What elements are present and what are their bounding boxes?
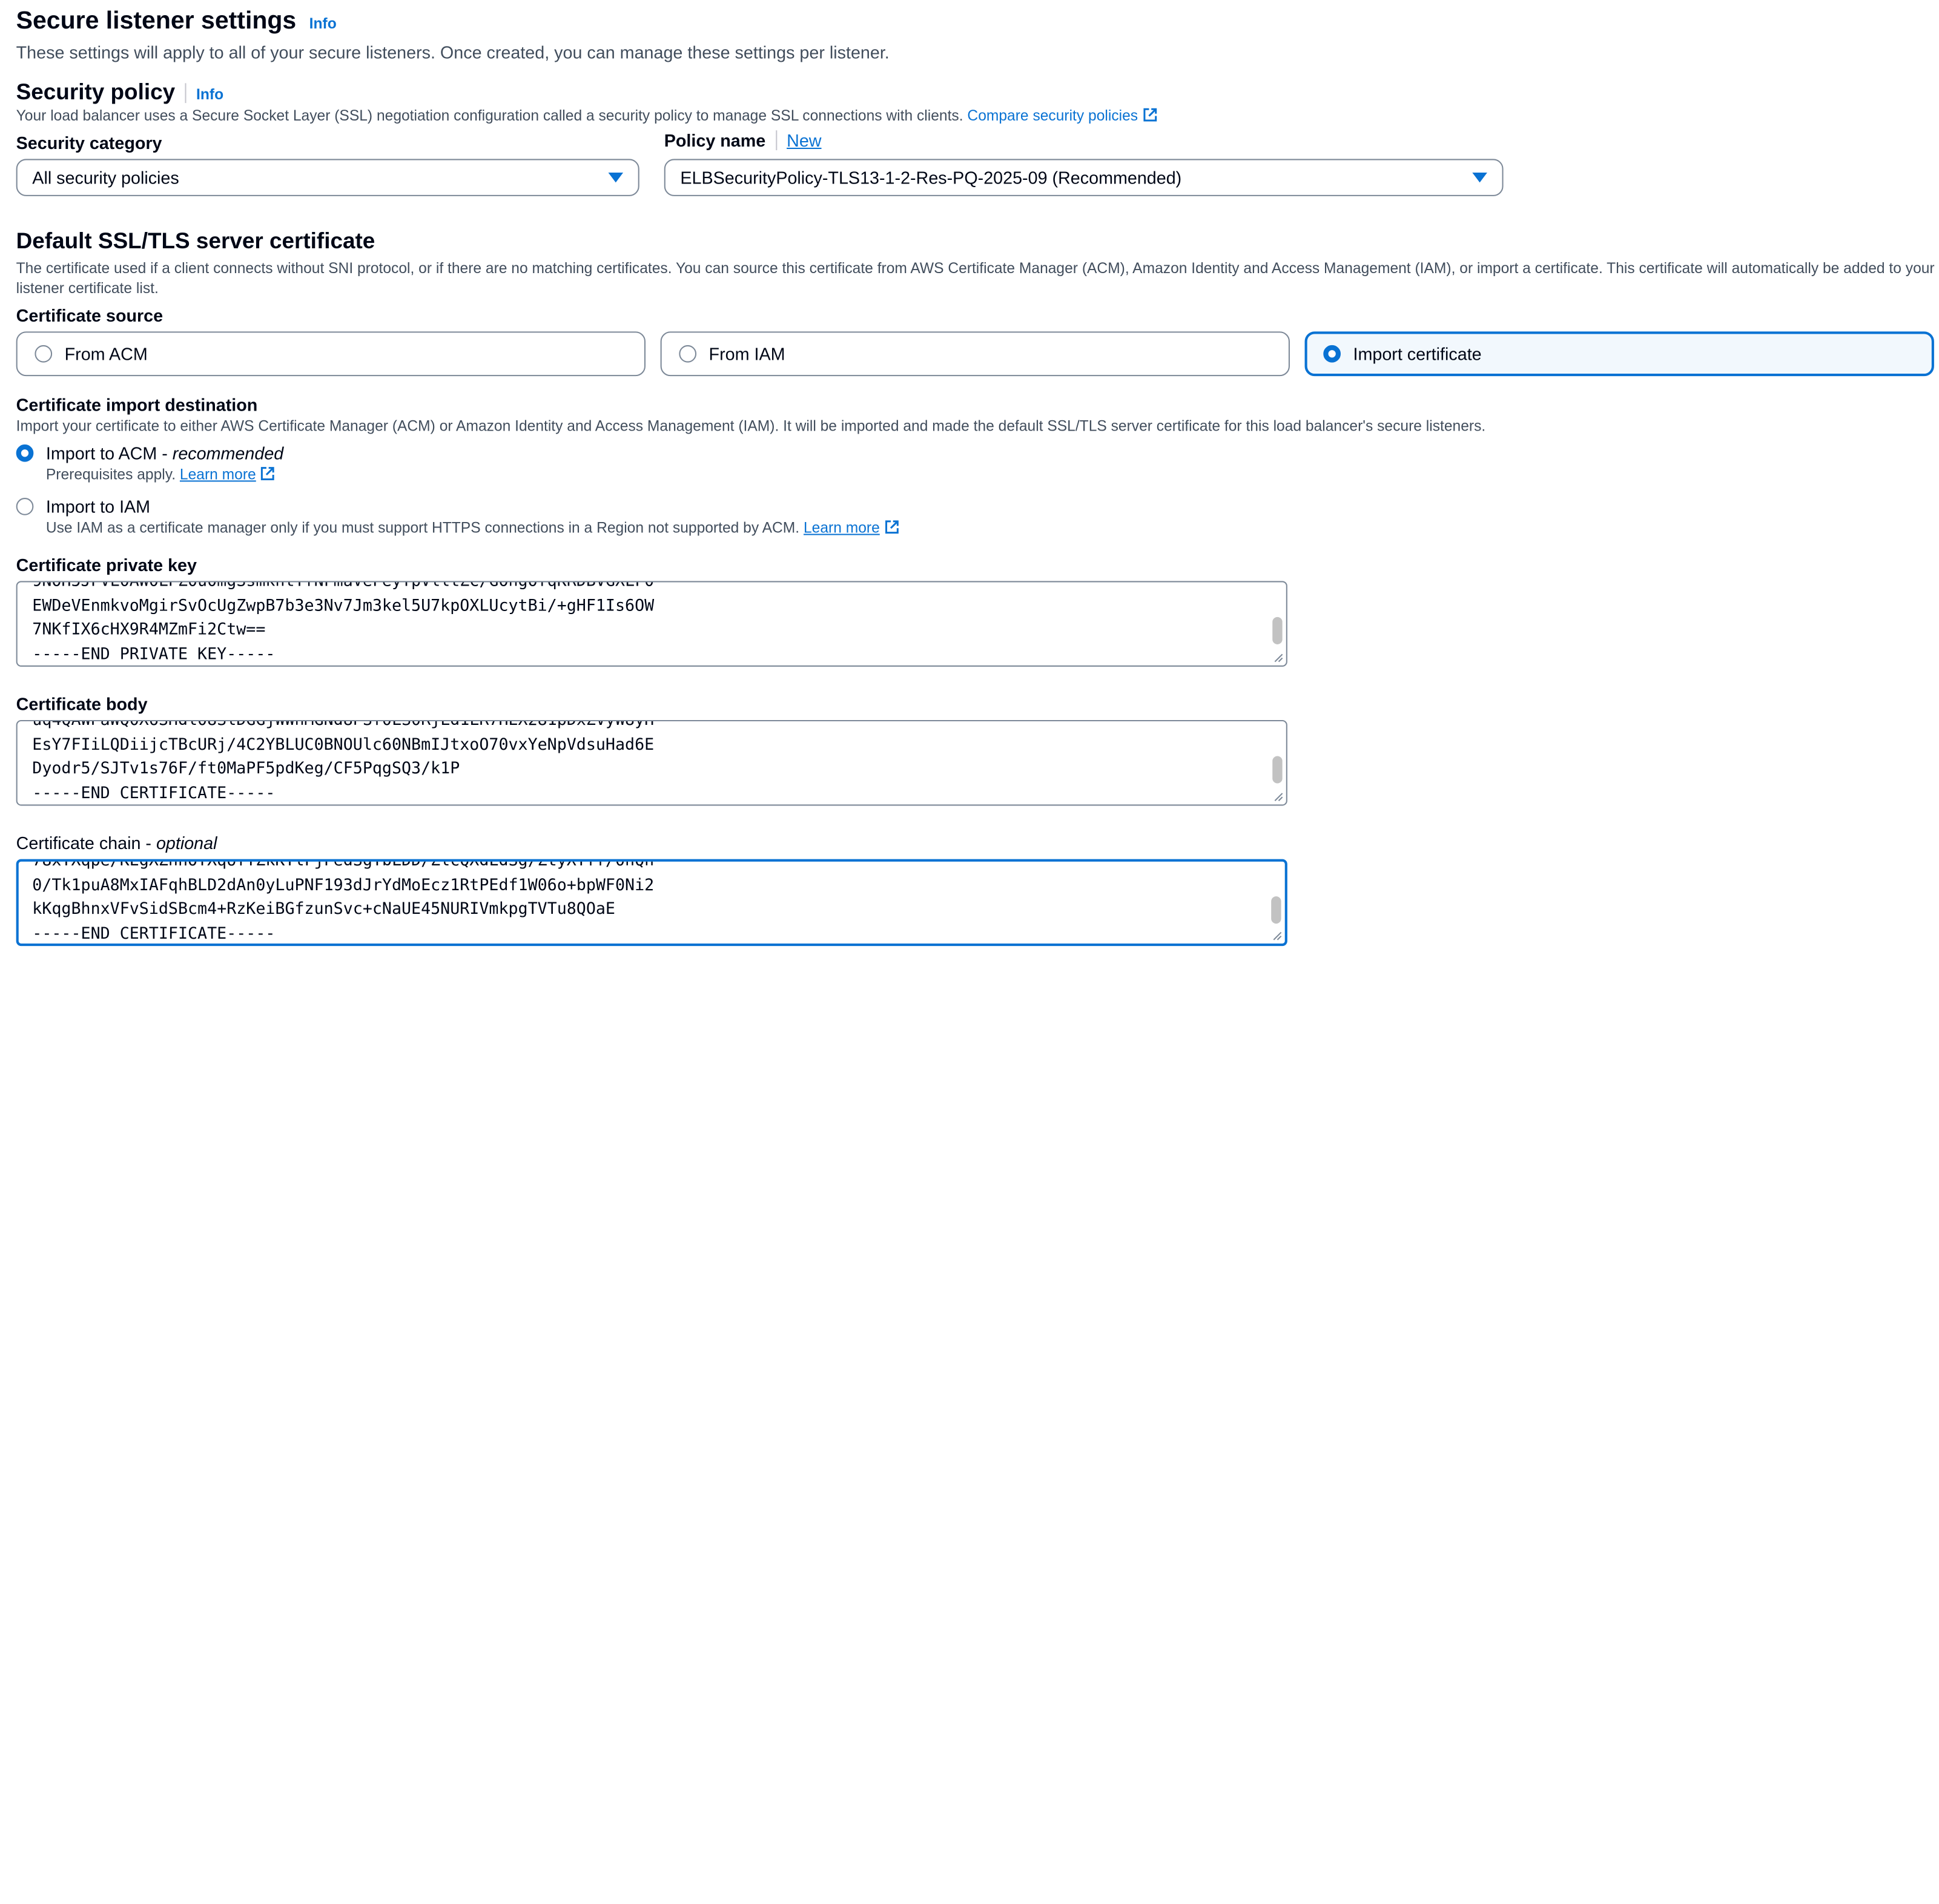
- iam-learn-more-link[interactable]: Learn more: [804, 519, 880, 537]
- certificate-chain-line: kKqgBhnxVFvSidSBcm4+RzKeiBGfzunSvc+cNaUE…: [32, 900, 615, 919]
- private-key-label: Certificate private key: [16, 555, 197, 575]
- policy-new-link[interactable]: New: [787, 130, 821, 150]
- external-link-icon: [885, 520, 899, 534]
- certificate-title: Default SSL/TLS server certificate: [16, 228, 375, 254]
- certificate-chain-label: Certificate chain - optional: [16, 833, 217, 853]
- external-link-icon: [1143, 108, 1157, 122]
- iam-learn-more-text: Learn more: [803, 518, 880, 537]
- import-destination-label: Certificate import destination: [16, 394, 258, 415]
- certificate-chain-line: 78xTXqpe/KEgXZhnOTXqofTZkKTlFjFedSgTbLDD…: [32, 859, 655, 871]
- security-policy-title: Security policy: [16, 79, 176, 105]
- radio-import-to-iam[interactable]: [16, 498, 34, 515]
- private-key-textarea[interactable]: 9NOH5JFVL0AW0LPZ0u0mgSsmkhtTfNFmaVeFeyTp…: [16, 581, 1287, 667]
- private-key-line: 7NKfIX6cHX9R4MZmFi2Ctw==: [32, 621, 266, 640]
- external-link-icon: [261, 467, 275, 480]
- policy-name-label: Policy name: [664, 130, 766, 151]
- security-policy-header: Security policy Info: [16, 79, 223, 105]
- import-to-iam-label: Import to IAM: [45, 497, 151, 517]
- certificate-chain-lines: 78xTXqpe/KEgXZhnOTXqofTZkKTlFjFedSgTbLDD…: [32, 859, 1271, 944]
- import-to-iam-option[interactable]: Import to IAM: [16, 497, 150, 517]
- security-category-select[interactable]: All security policies: [16, 159, 639, 196]
- import-to-iam-help: Use IAM as a certificate manager only if…: [46, 519, 899, 537]
- caret-down-icon: [608, 172, 624, 183]
- divider: [185, 83, 187, 104]
- certificate-chain-line: 0/Tk1puA8MxIAFqhBLD2dAn0yLuPNF193dJrYdMo…: [32, 876, 655, 895]
- scrollbar-thumb[interactable]: [1271, 896, 1281, 924]
- header-info-link[interactable]: Info: [309, 15, 337, 33]
- certificate-description: The certificate used if a client connect…: [16, 259, 1935, 297]
- resize-grip-icon[interactable]: [1271, 930, 1282, 940]
- recommended-text: recommended: [172, 443, 284, 463]
- certificate-chain-label-text: Certificate chain -: [16, 833, 156, 853]
- scrollbar-thumb[interactable]: [1272, 756, 1283, 784]
- security-policy-info-link[interactable]: Info: [196, 85, 223, 103]
- private-key-line: 9NOH5JFVL0AW0LPZ0u0mgSsmkhtTfNFmaVeFeyTp…: [32, 581, 655, 591]
- divider: [775, 130, 777, 151]
- page-title: Secure listener settings: [16, 7, 297, 35]
- compare-link-text: Compare security policies: [967, 107, 1138, 124]
- section-header: Secure listener settings Info: [16, 7, 337, 36]
- certificate-body-line: Dyodr5/SJTv1s76F/ft0MaPF5pdKeg/CF5PqgSQ3…: [32, 759, 460, 779]
- policy-name-value: ELBSecurityPolicy-TLS13-1-2-Res-PQ-2025-…: [680, 167, 1182, 188]
- import-to-acm-text: Import to ACM -: [45, 443, 173, 463]
- certificate-chain-textarea[interactable]: 78xTXqpe/KEgXZhnOTXqofTZkKTlFjFedSgTbLDD…: [16, 859, 1287, 947]
- policy-name-label-row: Policy name New: [664, 130, 822, 153]
- source-tile-import-certificate[interactable]: Import certificate: [1304, 331, 1934, 377]
- certificate-source-label: Certificate source: [16, 305, 164, 326]
- certificate-body-line: EsY7FIiLQDiijcTBcURj/4C2YBLUC0BNOUlc60NB…: [32, 735, 655, 755]
- certificate-body-line: -----END CERTIFICATE-----: [32, 784, 276, 803]
- resize-grip-icon[interactable]: [1272, 652, 1283, 663]
- acm-learn-more-link[interactable]: Learn more: [180, 466, 256, 483]
- source-label-import-certificate: Import certificate: [1353, 343, 1482, 364]
- certificate-chain-line: -----END CERTIFICATE-----: [32, 924, 276, 943]
- radio-import-to-acm[interactable]: [16, 444, 34, 462]
- radio-from-acm[interactable]: [35, 345, 53, 363]
- caret-down-icon: [1472, 172, 1487, 183]
- import-to-acm-option[interactable]: Import to ACM - recommended: [16, 443, 284, 463]
- iam-help-text: Use IAM as a certificate manager only if…: [45, 518, 800, 537]
- security-policy-description: Your load balancer uses a Secure Socket …: [16, 107, 1157, 124]
- certificate-body-textarea[interactable]: uq4QAWPaWQ0X6SHdl08SlDGGjWWhMGNd8PSf0LS0…: [16, 720, 1287, 806]
- source-tile-from-iam[interactable]: From IAM: [660, 331, 1290, 377]
- page: Secure listener settings Info These sett…: [0, 0, 1939, 1904]
- source-tile-from-acm[interactable]: From ACM: [16, 331, 646, 377]
- import-destination-description: Import your certificate to either AWS Ce…: [16, 417, 1486, 435]
- radio-import-certificate[interactable]: [1323, 345, 1341, 363]
- acm-help-text: Prerequisites apply.: [45, 465, 176, 483]
- header-description: These settings will apply to all of your…: [16, 42, 890, 62]
- optional-text: optional: [156, 833, 217, 853]
- certificate-body-lines: uq4QAWPaWQ0X6SHdl08SlDGGjWWhMGNd8PSf0LS0…: [32, 720, 1271, 804]
- security-category-label: Security category: [16, 133, 162, 153]
- security-category-value: All security policies: [32, 167, 179, 188]
- policy-name-select[interactable]: ELBSecurityPolicy-TLS13-1-2-Res-PQ-2025-…: [664, 159, 1504, 196]
- radio-from-iam[interactable]: [679, 345, 697, 363]
- import-to-acm-help: Prerequisites apply. Learn more: [46, 466, 275, 483]
- certificate-body-label: Certificate body: [16, 693, 148, 714]
- security-policy-description-text: Your load balancer uses a Secure Socket …: [16, 107, 963, 124]
- private-key-lines: 9NOH5JFVL0AW0LPZ0u0mgSsmkhtTfNFmaVeFeyTp…: [32, 581, 1271, 665]
- scrollbar-thumb[interactable]: [1272, 616, 1283, 644]
- source-label-from-iam: From IAM: [709, 343, 785, 364]
- import-to-acm-label: Import to ACM - recommended: [46, 443, 283, 463]
- resize-grip-icon[interactable]: [1272, 791, 1283, 802]
- acm-learn-more-text: Learn more: [179, 465, 256, 483]
- certificate-body-line: uq4QAWPaWQ0X6SHdl08SlDGGjWWhMGNd8PSf0LS0…: [32, 720, 655, 730]
- source-label-from-acm: From ACM: [64, 343, 148, 364]
- private-key-line: -----END PRIVATE KEY-----: [32, 644, 276, 664]
- private-key-line: EWDeVEnmkvoMgirSvOcUgZwpB7b3e3Nv7Jm3kel5…: [32, 597, 655, 615]
- compare-security-policies-link[interactable]: Compare security policies: [967, 107, 1157, 124]
